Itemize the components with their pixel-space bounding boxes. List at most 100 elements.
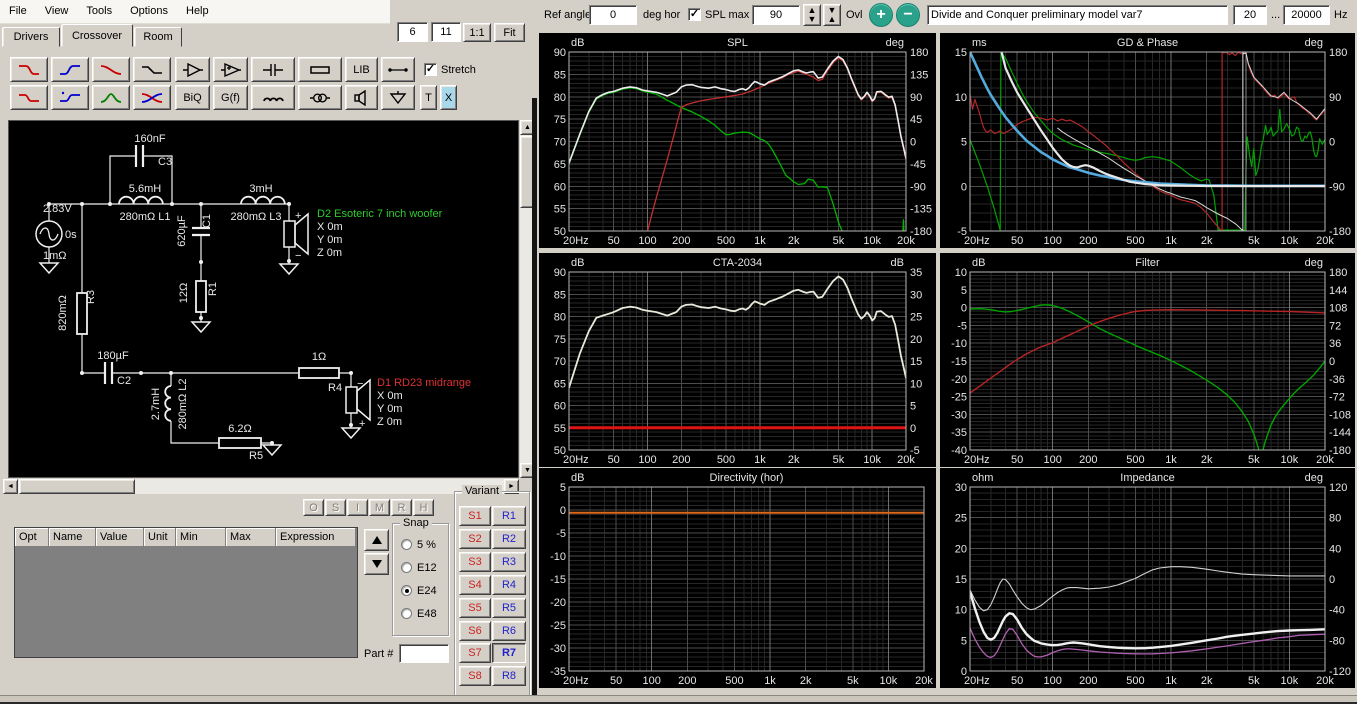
delete-tool-button[interactable]: X: [440, 85, 457, 110]
svg-text:100: 100: [1044, 454, 1062, 466]
variant-recall-r2-button[interactable]: R2: [492, 529, 526, 549]
variant-recall-r1-button[interactable]: R1: [492, 506, 526, 526]
tab-drivers[interactable]: Drivers: [2, 27, 60, 47]
table-header-value[interactable]: Value: [96, 528, 144, 547]
variant-recall-r6-button[interactable]: R6: [492, 621, 526, 641]
svg-text:500: 500: [1126, 675, 1144, 687]
text-tool-button[interactable]: T: [420, 85, 437, 110]
inductor-button[interactable]: [251, 85, 295, 110]
stretch-checkbox[interactable]: ✓: [424, 63, 437, 76]
lowshelf-block-button[interactable]: [10, 85, 48, 110]
wire-button[interactable]: [381, 57, 415, 82]
variant-recall-r5-button[interactable]: R5: [492, 598, 526, 618]
variant-recall-r3-button[interactable]: R3: [492, 552, 526, 572]
menu-item-view[interactable]: View: [36, 0, 78, 21]
table-header-expression[interactable]: Expression: [276, 528, 356, 547]
variant-save-s6-button[interactable]: S6: [459, 621, 491, 641]
optimizer-table[interactable]: OptNameValueUnitMinMaxExpression: [14, 527, 358, 658]
driver-count-box[interactable]: 6: [397, 22, 428, 42]
shelf-block-button[interactable]: [133, 57, 171, 82]
optimizer-o-button[interactable]: O: [303, 499, 324, 516]
variant-save-s8-button[interactable]: S8: [459, 666, 491, 686]
opamp-button[interactable]: [213, 57, 248, 82]
svg-text:75: 75: [554, 334, 566, 346]
resistor-button[interactable]: [298, 57, 342, 82]
fit-button[interactable]: Fit: [494, 23, 525, 42]
menu-item-help[interactable]: Help: [177, 0, 218, 21]
ref-angle-input[interactable]: [589, 5, 637, 25]
optimizer-m-button[interactable]: M: [369, 499, 390, 516]
menu-item-options[interactable]: Options: [121, 0, 177, 21]
snap-radio-e24[interactable]: [401, 585, 412, 596]
svg-text:C3: C3: [158, 156, 172, 168]
scroll-left-icon[interactable]: ◄: [3, 479, 18, 494]
variant-recall-r8-button[interactable]: R8: [492, 666, 526, 686]
svg-text:12Ω: 12Ω: [178, 283, 190, 303]
row-up-button[interactable]: [364, 529, 389, 551]
variant-recall-r4-button[interactable]: R4: [492, 575, 526, 595]
variant-recall-r7-button[interactable]: R7: [492, 643, 526, 663]
snap-radio-5[interactable]: [401, 539, 412, 550]
table-header-name[interactable]: Name: [49, 528, 96, 547]
peak-eq-block-button[interactable]: [92, 85, 130, 110]
optimizer-i-button[interactable]: I: [347, 499, 368, 516]
snap-radio-e48[interactable]: [401, 608, 412, 619]
tab-room[interactable]: Room: [134, 27, 182, 47]
variant-save-s7-button[interactable]: S7: [459, 643, 491, 663]
variant-save-s1-button[interactable]: S1: [459, 506, 491, 526]
part-number-input[interactable]: [399, 644, 449, 663]
svg-text:5: 5: [961, 285, 967, 297]
snap-radio-e12[interactable]: [401, 562, 412, 573]
row-down-button[interactable]: [364, 553, 389, 575]
overlay-remove-button[interactable]: −: [896, 3, 920, 27]
highshelf-block-button[interactable]: [51, 85, 89, 110]
spl-max-spinner[interactable]: ▲▼: [803, 4, 821, 26]
autoscale-button[interactable]: ▼▲: [823, 4, 841, 26]
amplifier-button[interactable]: [175, 57, 210, 82]
svg-text:dB: dB: [891, 257, 904, 269]
biquad-button[interactable]: BiQ: [175, 85, 210, 110]
optimizer-r-button[interactable]: R: [391, 499, 412, 516]
schematic-canvas[interactable]: 160nFC35.6mH280mΩ L12.83V0s1mΩ620µFC13mH…: [8, 120, 519, 478]
spl-max-input[interactable]: [752, 5, 800, 25]
optimizer-h-button[interactable]: H: [413, 499, 434, 516]
schematic-hscrollbar[interactable]: ◄ ►: [3, 479, 519, 494]
svg-text:620µF: 620µF: [176, 215, 188, 247]
spl-max-checkbox[interactable]: ✓: [688, 8, 701, 21]
variant-save-s4-button[interactable]: S4: [459, 575, 491, 595]
highpass-block-button[interactable]: [51, 57, 89, 82]
overlay-add-button[interactable]: +: [869, 3, 893, 27]
svg-text:90: 90: [910, 92, 922, 104]
svg-text:-90: -90: [1329, 181, 1345, 193]
freq-max-input[interactable]: [1283, 5, 1330, 25]
tab-crossover[interactable]: Crossover: [61, 24, 133, 47]
svg-text:200: 200: [678, 675, 696, 687]
library-button[interactable]: LIB: [345, 57, 378, 82]
speaker-button[interactable]: [345, 85, 378, 110]
allpass-block-button[interactable]: [92, 57, 130, 82]
table-header-max[interactable]: Max: [226, 528, 276, 547]
table-header-opt[interactable]: Opt: [15, 528, 49, 547]
transformer-button[interactable]: [298, 85, 342, 110]
transfer-function-button[interactable]: G(f): [213, 85, 248, 110]
table-header-unit[interactable]: Unit: [144, 528, 176, 547]
svg-text:500: 500: [717, 235, 735, 247]
lowpass-block-button[interactable]: [10, 57, 48, 82]
crossover-block-button[interactable]: [133, 85, 171, 110]
variant-save-s5-button[interactable]: S5: [459, 598, 491, 618]
capacitor-button[interactable]: [251, 57, 295, 82]
menu-item-file[interactable]: File: [0, 0, 36, 21]
freq-min-input[interactable]: [1233, 5, 1267, 25]
hscroll-thumb[interactable]: [19, 479, 135, 494]
zoom-1-1-button[interactable]: 1:1: [463, 23, 491, 42]
project-name-input[interactable]: [927, 5, 1228, 25]
table-header-min[interactable]: Min: [176, 528, 226, 547]
optimizer-s-button[interactable]: S: [325, 499, 346, 516]
variant-save-s3-button[interactable]: S3: [459, 552, 491, 572]
ground-button[interactable]: [381, 85, 415, 110]
node-count-box[interactable]: 11: [431, 22, 461, 42]
svg-text:-108: -108: [1329, 409, 1351, 421]
variant-save-s2-button[interactable]: S2: [459, 529, 491, 549]
menu-item-tools[interactable]: Tools: [77, 0, 121, 21]
svg-text:40: 40: [1329, 543, 1341, 555]
